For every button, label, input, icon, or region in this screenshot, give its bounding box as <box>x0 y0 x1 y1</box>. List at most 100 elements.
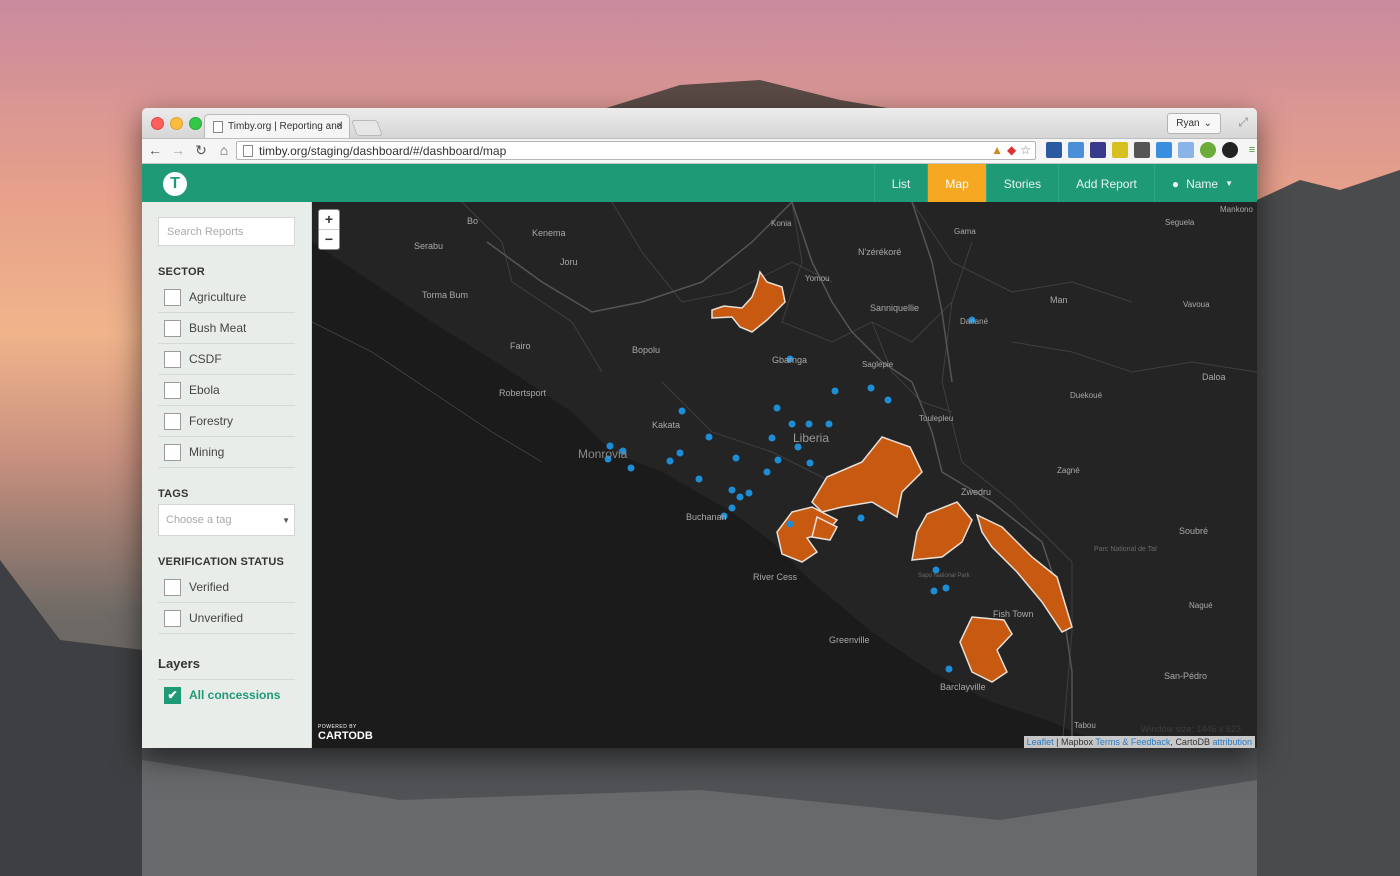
main-content: SECTOR Agriculture Bush Meat CSDF Ebola … <box>142 202 1257 748</box>
option-label: Ebola <box>189 383 220 397</box>
nav-list[interactable]: List <box>873 164 928 203</box>
address-bar[interactable]: timby.org/staging/dashboard/#/dashboard/… <box>236 141 1036 160</box>
place-label: Danané <box>960 317 989 326</box>
user-menu[interactable]: ● Name ▼ <box>1153 164 1257 203</box>
concession-area[interactable] <box>959 616 1013 683</box>
browser-toolbar: ← → ↻ ⌂ timby.org/staging/dashboard/#/da… <box>142 139 1257 164</box>
place-label: Joru <box>560 257 578 267</box>
place-label: Duekoué <box>1070 391 1103 400</box>
place-label: Robertsport <box>499 388 547 398</box>
concession-area[interactable] <box>711 270 786 333</box>
zoom-in-button[interactable]: + <box>319 210 339 230</box>
concession-area[interactable] <box>911 501 973 561</box>
checkbox[interactable] <box>164 319 181 337</box>
option-label: Bush Meat <box>189 321 247 335</box>
reload-icon[interactable]: ↻ <box>194 142 208 158</box>
sector-agriculture-option[interactable]: Agriculture <box>158 282 295 313</box>
maximize-window-button[interactable] <box>189 117 202 130</box>
place-label: Zwedru <box>961 487 991 497</box>
place-label: Torma Bum <box>422 290 468 300</box>
checkbox[interactable] <box>164 412 181 430</box>
leaflet-link[interactable]: Leaflet <box>1027 737 1054 747</box>
place-label: Monrovia <box>578 447 628 461</box>
new-tab-button[interactable] <box>351 120 383 136</box>
checkbox[interactable] <box>164 381 181 399</box>
extension-icon[interactable] <box>1112 142 1128 158</box>
extension-icon[interactable] <box>1134 142 1150 158</box>
close-tab-icon[interactable]: × <box>337 120 343 132</box>
dropbox-icon[interactable] <box>1156 142 1172 158</box>
place-label: Nagué <box>1189 601 1213 610</box>
place-label: River Cess <box>753 572 798 582</box>
tag-select[interactable]: Choose a tag ▼ <box>158 504 295 536</box>
terms-link[interactable]: Terms & Feedback <box>1095 737 1170 747</box>
app-header: T List Map Stories Add Report ● Name ▼ <box>142 164 1257 203</box>
checkbox[interactable] <box>164 288 181 306</box>
unverified-option[interactable]: Unverified <box>158 603 295 634</box>
option-label: Verified <box>189 580 230 594</box>
sector-bush-meat-option[interactable]: Bush Meat <box>158 313 295 344</box>
place-label: Vavoua <box>1183 300 1210 309</box>
timby-logo[interactable]: T <box>163 172 187 196</box>
calendar-icon[interactable] <box>1178 142 1194 158</box>
evernote-icon[interactable] <box>1200 142 1216 158</box>
checkbox[interactable] <box>164 578 181 596</box>
fullscreen-icon[interactable]: ⤢ <box>1238 115 1248 130</box>
place-label: Man <box>1050 295 1068 305</box>
sector-mining-option[interactable]: Mining <box>158 437 295 468</box>
checkbox[interactable] <box>164 443 181 461</box>
sector-forestry-option[interactable]: Forestry <box>158 406 295 437</box>
place-label: Barclayville <box>940 682 986 692</box>
nav-map[interactable]: Map <box>927 164 986 203</box>
caret-down-icon: ▼ <box>1225 179 1233 188</box>
checkbox[interactable] <box>164 609 181 627</box>
place-label: Seguela <box>1165 218 1195 227</box>
tab-title: Timby.org | Reporting and <box>228 121 343 132</box>
verification-heading: VERIFICATION STATUS <box>158 556 285 568</box>
place-label: Greenville <box>829 635 870 645</box>
menu-icon[interactable]: ≡ <box>1244 142 1257 158</box>
nav-stories[interactable]: Stories <box>985 164 1058 203</box>
close-window-button[interactable] <box>151 117 164 130</box>
browser-window: Timby.org | Reporting and × Ryan ⌄ ⤢ ← →… <box>142 108 1257 748</box>
concession-area[interactable] <box>811 436 923 519</box>
page-icon <box>243 144 253 157</box>
place-label: Liberia <box>793 431 829 445</box>
checkbox[interactable] <box>164 350 181 368</box>
cartodb-attrib-text: CartoDB <box>1175 737 1210 747</box>
place-label: Bopolu <box>632 345 660 355</box>
all-concessions-layer[interactable]: ✔ All concessions <box>158 680 295 710</box>
browser-tab[interactable]: Timby.org | Reporting and × <box>204 114 350 138</box>
nav-add-report[interactable]: Add Report <box>1058 164 1154 203</box>
extension-icons: ≡ <box>1046 142 1257 158</box>
forward-icon[interactable]: → <box>171 142 185 158</box>
chart-extension-icon[interactable]: ▲ <box>991 143 1003 157</box>
place-label: Tabou <box>1074 721 1096 730</box>
map-canvas[interactable]: Bo Kenema Joru Serabu Torma Bum Fairo Bo… <box>312 202 1257 748</box>
map-view[interactable]: Bo Kenema Joru Serabu Torma Bum Fairo Bo… <box>312 202 1257 748</box>
place-label: Mankono <box>1220 205 1253 214</box>
sector-csdf-option[interactable]: CSDF <box>158 344 295 375</box>
checkmark-icon[interactable]: ✔ <box>164 686 181 704</box>
minimize-window-button[interactable] <box>170 117 183 130</box>
bookmark-star-icon[interactable]: ☆ <box>1020 143 1031 157</box>
extension-icon[interactable] <box>1090 142 1106 158</box>
profile-button[interactable]: Ryan ⌄ <box>1167 113 1221 134</box>
place-label: Zagné <box>1057 466 1080 475</box>
attribution-link[interactable]: attribution <box>1212 737 1252 747</box>
clock-icon[interactable] <box>1222 142 1238 158</box>
tags-heading: TAGS <box>158 488 189 500</box>
place-label: Buchanan <box>686 512 727 522</box>
back-icon[interactable]: ← <box>148 142 162 158</box>
zoom-out-button[interactable]: − <box>319 230 339 249</box>
search-reports-input[interactable] <box>158 217 295 246</box>
new-tab-extension-icon[interactable] <box>1068 142 1084 158</box>
place-label: Yomou <box>805 274 830 283</box>
verified-option[interactable]: Verified <box>158 572 295 603</box>
chevron-down-icon: ⌄ <box>1203 118 1212 129</box>
eyedropper-icon[interactable] <box>1046 142 1062 158</box>
angular-extension-icon[interactable]: ◆ <box>1007 143 1016 157</box>
home-icon[interactable]: ⌂ <box>217 142 231 158</box>
sector-ebola-option[interactable]: Ebola <box>158 375 295 406</box>
place-label: Sapo National Park <box>918 573 971 579</box>
